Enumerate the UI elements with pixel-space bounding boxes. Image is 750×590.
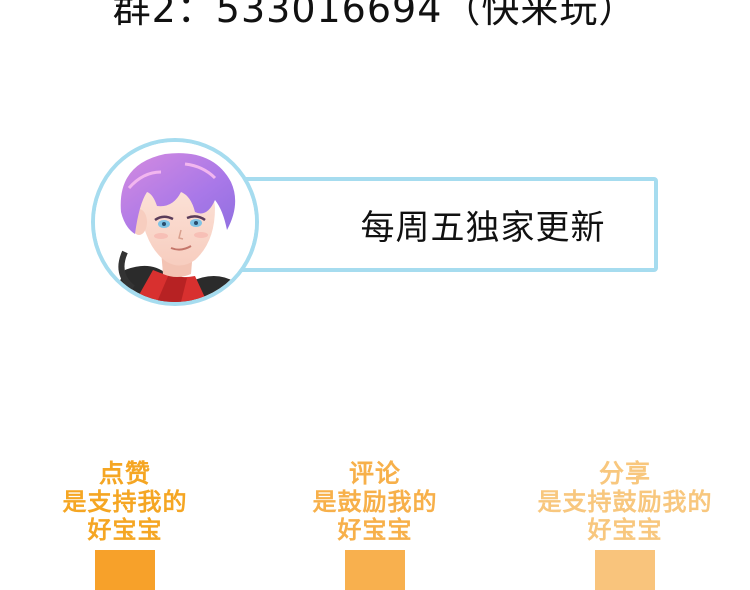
share-line2: 好宝宝 bbox=[587, 516, 663, 544]
like-prompt: 点赞 是支持我的 好宝宝 bbox=[15, 460, 235, 590]
comment-line1: 是鼓励我的 bbox=[312, 488, 438, 516]
comment-title: 评论 bbox=[348, 459, 401, 488]
character-avatar bbox=[91, 138, 259, 306]
update-schedule-banner: 每周五独家更新 bbox=[230, 177, 658, 272]
group-number-text: 群2：533016694（快来玩） bbox=[112, 0, 638, 31]
comment-line2: 好宝宝 bbox=[337, 516, 413, 544]
update-schedule-text: 每周五独家更新 bbox=[360, 208, 606, 248]
like-title: 点赞 bbox=[98, 459, 151, 488]
share-button[interactable] bbox=[595, 550, 655, 590]
like-line1: 是支持我的 bbox=[62, 488, 188, 516]
comment-button[interactable] bbox=[345, 550, 405, 590]
comment-prompt: 评论 是鼓励我的 好宝宝 bbox=[265, 460, 485, 590]
pink-haired-character-icon bbox=[95, 142, 255, 302]
like-button[interactable] bbox=[95, 550, 155, 590]
share-title: 分享 bbox=[598, 459, 651, 488]
like-line2: 好宝宝 bbox=[87, 516, 163, 544]
share-prompt: 分享 是支持鼓励我的 好宝宝 bbox=[515, 460, 735, 590]
share-line1: 是支持鼓励我的 bbox=[537, 488, 713, 516]
